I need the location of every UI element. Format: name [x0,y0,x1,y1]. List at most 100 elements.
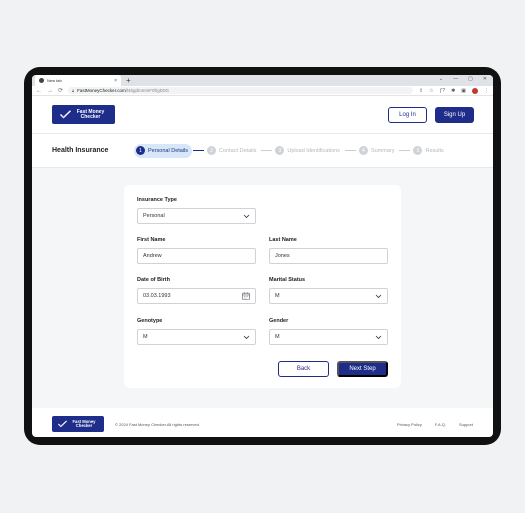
copyright-text: © 2024 Fast Money Checker.All rights res… [115,421,200,427]
step-label: Upload Identifications [287,147,340,154]
dob-input[interactable]: 03.03.1993 [137,288,256,304]
site-footer: Fast Money Checker © 2024 Fast Money Che… [32,408,493,437]
select-value: M [275,334,280,340]
insurance-type-select[interactable]: Personal [137,208,256,224]
step-upload-identifications[interactable]: 3 Upload Identifications [273,144,344,158]
first-name-field: First Name Andrew [137,237,256,264]
last-name-field: Last Name Jones [269,237,388,264]
chevron-down-icon [375,335,382,339]
chevron-down-icon [243,214,250,218]
tab-search-icon[interactable]: ⌄ [439,76,443,82]
marital-status-select[interactable]: M [269,288,388,304]
lock-icon: 🔒︎ [72,88,75,93]
faq-link[interactable]: F.A.Q. [435,422,446,427]
checkmark-logo-icon [59,110,71,119]
share-icon[interactable]: ⇪ [419,88,423,94]
field-label: Last Name [269,237,297,243]
footer-logo[interactable]: Fast Money Checker [52,416,104,432]
step-label: Personal Details [148,147,189,154]
url-field[interactable]: 🔒︎ FastMoneyChecker.com /l46gdmmmF0frgD0… [68,87,413,94]
site-header: Fast Money Checker Log In Sign Up [32,96,493,133]
genotype-select[interactable]: M [137,329,256,345]
gender-select[interactable]: M [269,329,388,345]
tablet-screen: New tab × + ⌄ — ▢ ✕ ← → ⟳ 🔒︎ FastMoneyCh… [32,75,493,437]
step-connector [261,149,273,152]
close-window-icon[interactable]: ✕ [483,76,487,82]
input-value: Andrew [143,253,162,259]
url-path: /l46gdmmmF0frgD0G [125,88,169,93]
footer-links: Privacy Policy F.A.Q. Support [397,422,473,427]
marital-status-field: Marital Status M [269,277,388,304]
step-connector [193,149,205,152]
input-value: Jones [275,253,290,259]
form-card: Insurance Type Personal First Name Andre… [124,185,401,388]
first-name-input[interactable]: Andrew [137,248,256,264]
forward-arrow-icon[interactable]: → [47,88,53,94]
profile-avatar[interactable] [472,87,478,94]
dob-field: Date of Birth 03.03.1993 [137,277,256,304]
tab-title: New tab [47,78,62,83]
header-buttons: Log In Sign Up [388,106,474,123]
chrome-icon [39,78,44,83]
extension-icons: ⇪ ☆ ƒ? ✱ ▣ ⋮ [419,87,489,94]
progress-steps: 1 Personal Details 2 Contact Details 3 U… [134,143,448,158]
browser-tab[interactable]: New tab × [35,75,121,86]
checkmark-logo-icon [58,420,67,428]
privacy-policy-link[interactable]: Privacy Policy [397,422,422,427]
step-contact-details[interactable]: 2 Contact Details [205,144,260,158]
form-area: Insurance Type Personal First Name Andre… [32,168,493,408]
menu-dots-icon[interactable]: ⋮ [484,88,489,94]
select-value: M [143,334,148,340]
back-arrow-icon[interactable]: ← [36,88,42,94]
field-label: Insurance Type [137,197,177,203]
field-label: Date of Birth [137,277,170,283]
window-controls: ⌄ — ▢ ✕ [439,76,487,82]
stepper-bar: Health Insurance 1 Personal Details 2 Co… [32,134,493,167]
bookmark-star-icon[interactable]: ☆ [429,88,433,94]
gender-field: Gender M [269,318,388,345]
site-logo[interactable]: Fast Money Checker [52,105,115,124]
step-results[interactable]: 5 Results [411,144,447,158]
last-name-input[interactable]: Jones [269,248,388,264]
extensions-puzzle-icon[interactable]: ✱ [451,88,455,94]
step-number: 4 [358,146,368,155]
chevron-down-icon [243,335,250,339]
browser-tabstrip: New tab × + ⌄ — ▢ ✕ [32,75,493,86]
new-tab-button[interactable]: + [126,76,131,85]
step-number: 5 [413,146,423,155]
signup-button[interactable]: Sign Up [435,106,474,123]
extension-f-icon[interactable]: ƒ? [440,88,446,94]
step-personal-details[interactable]: 1 Personal Details [134,143,193,158]
calendar-icon[interactable] [242,292,250,300]
input-value: 03.03.1993 [143,293,171,299]
field-label: Marital Status [269,277,306,283]
maximize-icon[interactable]: ▢ [468,76,473,82]
support-link[interactable]: Support [459,422,473,427]
step-number: 3 [275,146,285,155]
step-number: 2 [207,146,217,155]
close-tab-icon[interactable]: × [114,78,117,84]
sidepanel-icon[interactable]: ▣ [461,88,466,94]
logo-text: Fast Money Checker [72,418,96,428]
step-label: Summary [370,147,395,154]
select-value: Personal [143,213,165,219]
select-value: M [275,293,280,299]
field-label: Genotype [137,318,163,324]
logo-text: Fast Money Checker [76,108,105,120]
step-label: Contact Details [219,147,257,154]
minimize-icon[interactable]: — [453,76,458,82]
chevron-down-icon [375,294,382,298]
step-connector [344,149,356,152]
insurance-type-field: Insurance Type Personal [137,197,256,224]
reload-icon[interactable]: ⟳ [58,88,63,94]
genotype-field: Genotype M [137,318,256,345]
login-button[interactable]: Log In [388,106,427,123]
field-label: Gender [269,318,289,324]
back-button[interactable]: Back [278,361,329,377]
next-step-button[interactable]: Next Step [337,361,388,377]
address-bar: ← → ⟳ 🔒︎ FastMoneyChecker.com /l46gdmmmF… [32,86,493,96]
field-label: First Name [137,237,166,243]
page-title: Health Insurance [52,147,109,154]
url-host: FastMoneyChecker.com [77,88,126,93]
step-summary[interactable]: 4 Summary [357,144,399,158]
